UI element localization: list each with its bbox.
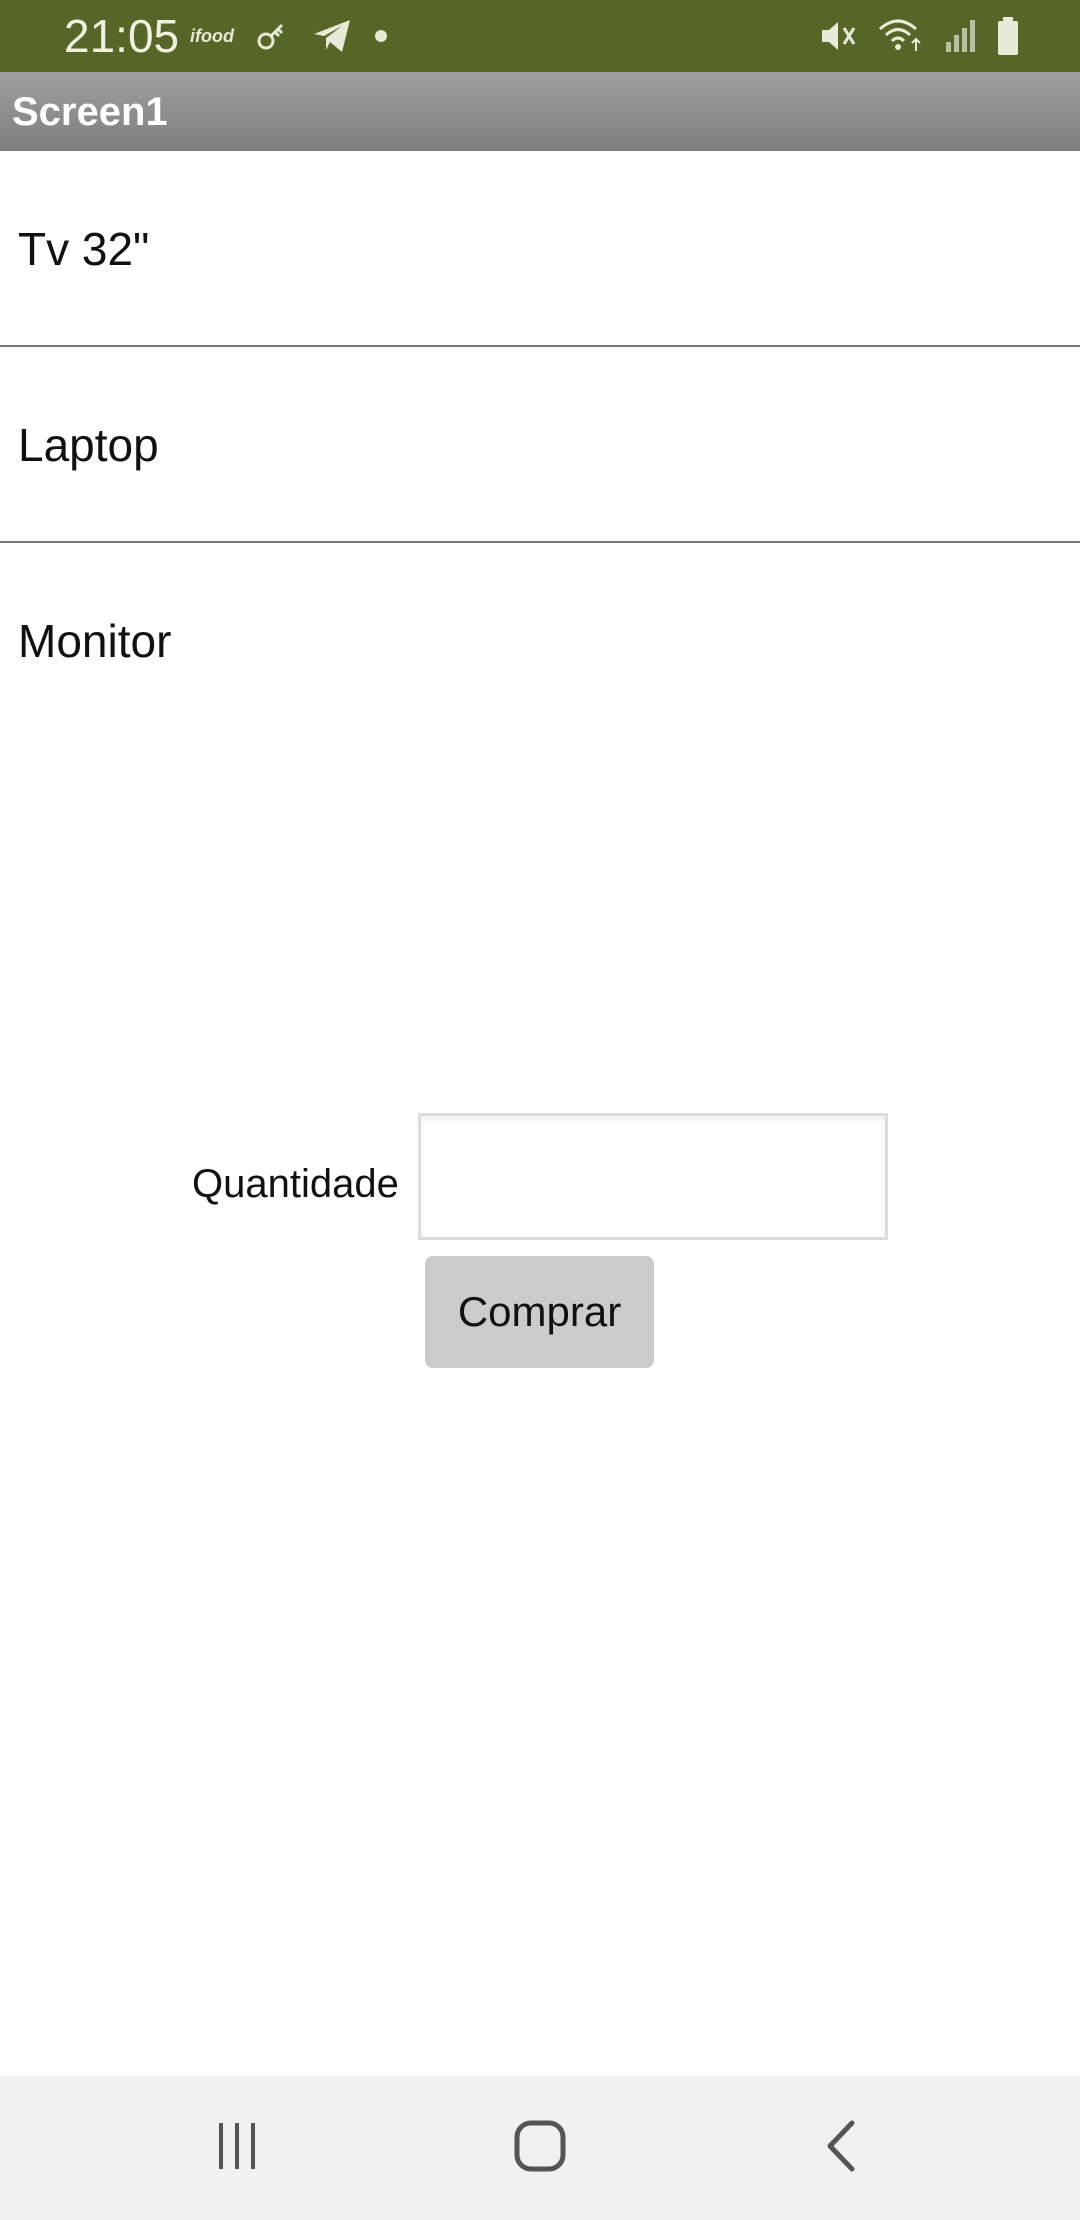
ifood-icon: ifood <box>190 25 234 46</box>
recent-apps-icon <box>212 2121 262 2176</box>
recent-apps-button[interactable] <box>197 2118 277 2178</box>
key-icon <box>256 19 290 53</box>
home-icon <box>514 2120 566 2177</box>
list-item[interactable]: Tv 32" <box>0 151 1080 345</box>
signal-icon <box>944 18 978 54</box>
app-screen: 21:05 ifood Screen1 Tv 32" Laptop Monito… <box>0 0 1080 2220</box>
list-item[interactable]: Laptop <box>0 347 1080 541</box>
buy-button[interactable]: Comprar <box>425 1256 654 1368</box>
back-button[interactable] <box>802 2118 882 2178</box>
status-time: 21:05 <box>64 10 180 62</box>
home-button[interactable] <box>500 2118 580 2178</box>
dot-icon <box>374 29 388 43</box>
screen-title: Screen1 <box>12 90 168 134</box>
status-bar: 21:05 ifood <box>0 0 1080 72</box>
battery-icon <box>996 16 1020 56</box>
list-item[interactable]: Monitor <box>0 543 1080 737</box>
list-item-label: Monitor <box>18 615 172 667</box>
quantity-label: Quantidade <box>192 1162 399 1206</box>
navigation-bar <box>0 2076 1080 2220</box>
back-icon <box>822 2120 862 2177</box>
quantity-input[interactable] <box>418 1113 888 1240</box>
notification-icons: ifood <box>190 14 388 58</box>
mute-icon <box>820 18 858 54</box>
product-list[interactable]: Tv 32" Laptop Monitor <box>0 151 1080 737</box>
title-bar: Screen1 <box>0 72 1080 151</box>
list-item-label: Tv 32" <box>18 223 150 275</box>
list-item-label: Laptop <box>18 419 159 471</box>
wifi-icon <box>876 17 926 55</box>
system-icons <box>820 14 1020 58</box>
telegram-icon <box>312 18 352 54</box>
